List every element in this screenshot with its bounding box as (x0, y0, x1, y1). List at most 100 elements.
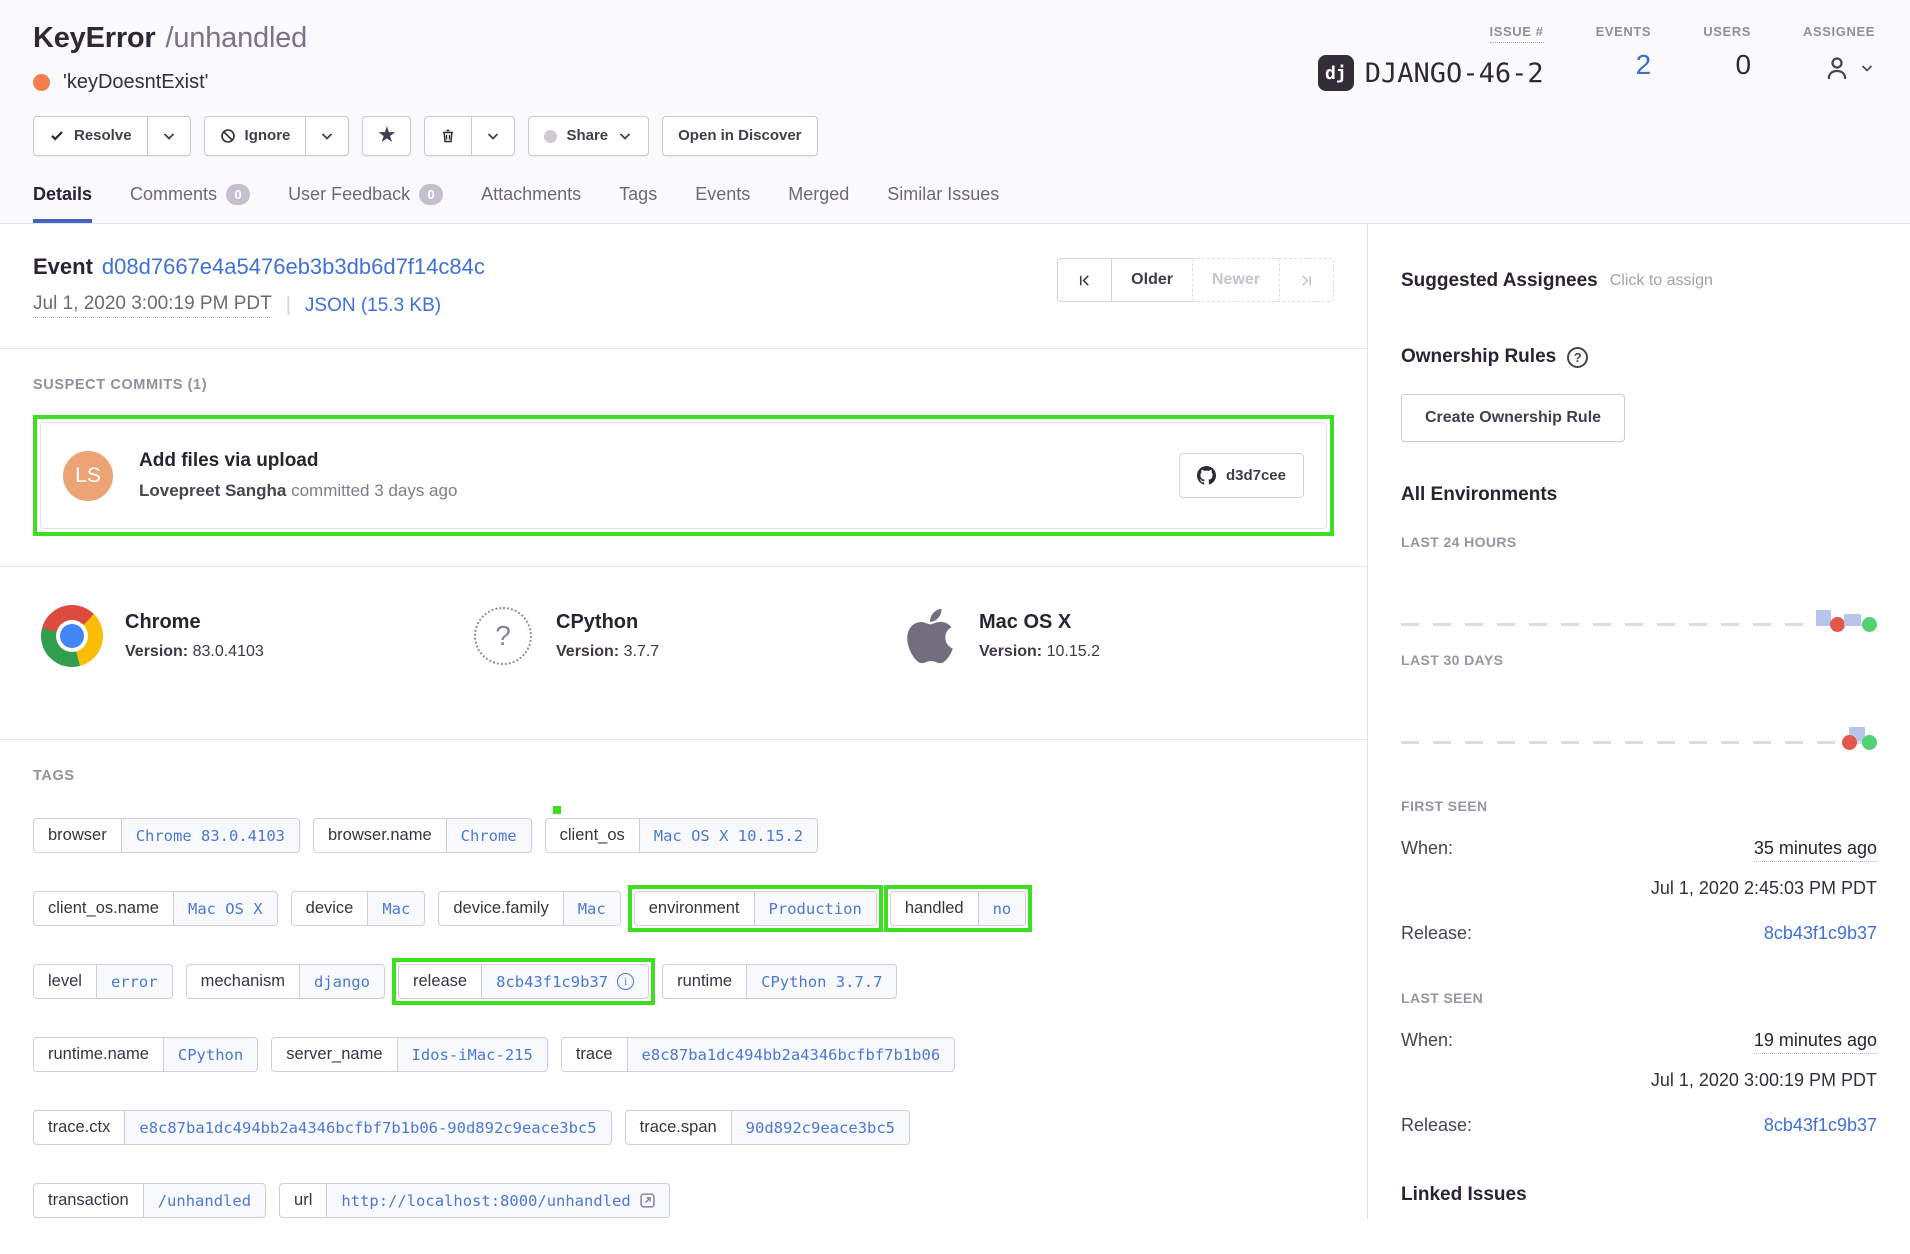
tags-heading: TAGS (33, 768, 1334, 784)
tab-count-badge: 0 (419, 184, 443, 205)
tab-comments[interactable]: Comments 0 (130, 184, 250, 223)
ignore-dropdown-button[interactable] (305, 117, 348, 155)
tag-key: client_os (545, 818, 640, 853)
event-id-block: Eventd08d7667e4a5476eb3b3db6d7f14c84c Ju… (33, 254, 485, 318)
tag-value-link[interactable]: 8cb43f1c9b37i (482, 964, 649, 999)
tag-value-link[interactable]: http://localhost:8000/unhandled (327, 1183, 669, 1218)
error-level-dot-icon (33, 74, 50, 91)
oldest-event-button[interactable] (1057, 258, 1112, 302)
resolve-dropdown-button[interactable] (147, 117, 190, 155)
tag-value-link[interactable]: e8c87ba1dc494bb2a4346bcfbf7b1b06-90d892c… (125, 1110, 611, 1145)
release-label: Release: (1401, 1115, 1472, 1136)
event-id-link[interactable]: d08d7667e4a5476eb3b3db6d7f14c84c (102, 254, 485, 279)
tag-value-link[interactable]: Mac (368, 891, 425, 926)
star-icon: ★ (378, 128, 395, 144)
tag-value-link[interactable]: e8c87ba1dc494bb2a4346bcfbf7b1b06 (628, 1037, 956, 1072)
skip-to-last-icon (1299, 273, 1314, 288)
tag-value-link[interactable]: CPython (164, 1037, 258, 1072)
commit-message: Add files via upload (139, 450, 1179, 472)
first-seen-dot-icon (1842, 735, 1857, 750)
events-count[interactable]: 2 (1636, 51, 1652, 79)
tag-value-link[interactable]: Production (755, 891, 877, 926)
tag-value-link[interactable]: Idos-iMac-215 (398, 1037, 548, 1072)
event-json-link[interactable]: JSON (15.3 KB) (305, 295, 441, 317)
event-pagination: Older Newer (1057, 258, 1334, 302)
tag-key: transaction (33, 1183, 144, 1218)
tag-value-link[interactable]: /unhandled (144, 1183, 266, 1218)
when-label: When: (1401, 1030, 1453, 1051)
external-link-icon[interactable] (640, 1193, 655, 1208)
action-bar: Resolve Ignore ★ (33, 116, 1877, 156)
tab-tags[interactable]: Tags (619, 184, 657, 223)
older-event-button[interactable]: Older (1111, 258, 1193, 302)
tag-pill-trace.ctx: trace.ctx e8c87ba1dc494bb2a4346bcfbf7b1b… (33, 1110, 612, 1145)
first-seen-relative-time[interactable]: 35 minutes ago (1754, 838, 1877, 862)
tab-similar-issues[interactable]: Similar Issues (887, 184, 999, 223)
check-icon (49, 128, 65, 144)
tag-key: device (291, 891, 369, 926)
event-timestamp[interactable]: Jul 1, 2020 3:00:19 PM PDT (33, 293, 272, 318)
tag-value-link[interactable]: django (300, 964, 385, 999)
tag-pill-trace.span: trace.span 90d892c9eace3bc5 (625, 1110, 910, 1145)
tag-pill-browser: browser Chrome 83.0.4103 (33, 818, 300, 853)
share-status-dot-icon (544, 130, 557, 143)
release-label: Release: (1401, 923, 1472, 944)
tag-key: url (279, 1183, 327, 1218)
tab-details[interactable]: Details (33, 184, 92, 223)
unknown-runtime-icon: ? (474, 607, 532, 665)
delete-dropdown-button[interactable] (471, 117, 514, 155)
share-button-group: Share (528, 116, 649, 156)
suspect-commits-heading: SUSPECT COMMITS (1) (33, 377, 1334, 393)
tag-value-link[interactable]: no (979, 891, 1027, 926)
separator: | (286, 294, 291, 317)
tag-pill-trace: trace e8c87ba1dc494bb2a4346bcfbf7b1b06 (561, 1037, 955, 1072)
issue-number-label: ISSUE # (1490, 24, 1544, 43)
tag-value-link[interactable]: Mac OS X 10.15.2 (640, 818, 818, 853)
open-in-discover-button[interactable]: Open in Discover (663, 117, 816, 155)
avatar: LS (63, 451, 113, 501)
info-icon[interactable]: i (617, 973, 634, 990)
bookmark-star-button[interactable]: ★ (363, 117, 410, 155)
assignee-dropdown[interactable] (1822, 51, 1875, 83)
tab-attachments[interactable]: Attachments (481, 184, 581, 223)
resolve-button[interactable]: Resolve (34, 117, 147, 155)
events-sparkline-30d (1401, 668, 1877, 756)
tag-pill-handled: handled no (890, 891, 1026, 926)
django-project-icon: dj (1318, 55, 1354, 91)
issue-type: KeyError (33, 22, 156, 54)
tab-merged[interactable]: Merged (788, 184, 849, 223)
tag-value-link[interactable]: Chrome 83.0.4103 (122, 818, 300, 853)
tag-key: client_os.name (33, 891, 174, 926)
tag-value-link[interactable]: Mac OS X (174, 891, 278, 926)
issue-short-id[interactable]: DJANGO-46-2 (1365, 58, 1544, 89)
tag-pill-runtime: runtime CPython 3.7.7 (662, 964, 897, 999)
issue-message: 'keyDoesntExist' (63, 71, 208, 94)
event-bar (1816, 610, 1831, 626)
commit-sha-button[interactable]: d3d7cee (1179, 453, 1304, 498)
create-ownership-rule-button[interactable]: Create Ownership Rule (1401, 394, 1625, 442)
tab-user-feedback[interactable]: User Feedback 0 (288, 184, 443, 223)
tag-value-link[interactable]: CPython 3.7.7 (747, 964, 897, 999)
tag-value-link[interactable]: Mac (564, 891, 621, 926)
tag-value-link[interactable]: Chrome (447, 818, 532, 853)
newer-event-button[interactable]: Newer (1192, 258, 1280, 302)
tag-value-link[interactable]: 90d892c9eace3bc5 (732, 1110, 910, 1145)
last-seen-relative-time[interactable]: 19 minutes ago (1754, 1030, 1877, 1054)
last-seen-release-link[interactable]: 8cb43f1c9b37 (1764, 1115, 1877, 1136)
stat-events: EVENTS 2 (1596, 24, 1652, 91)
stat-users: USERS 0 (1703, 24, 1751, 91)
suggested-assignees-heading: Suggested Assignees Click to assign (1401, 270, 1877, 292)
users-count[interactable]: 0 (1735, 51, 1751, 79)
tab-events[interactable]: Events (695, 184, 750, 223)
skip-to-latest-button[interactable] (1279, 258, 1334, 302)
help-icon[interactable]: ? (1567, 347, 1588, 368)
share-button[interactable]: Share (529, 117, 648, 155)
apple-icon (903, 605, 957, 667)
delete-button[interactable] (425, 117, 471, 155)
chevron-down-icon (485, 128, 501, 144)
tag-value-link[interactable]: error (97, 964, 173, 999)
tag-pill-release: release 8cb43f1c9b37i (398, 964, 649, 999)
first-seen-release-link[interactable]: 8cb43f1c9b37 (1764, 923, 1877, 944)
first-seen-absolute-time: Jul 1, 2020 2:45:03 PM PDT (1401, 878, 1877, 899)
ignore-button[interactable]: Ignore (205, 117, 306, 155)
